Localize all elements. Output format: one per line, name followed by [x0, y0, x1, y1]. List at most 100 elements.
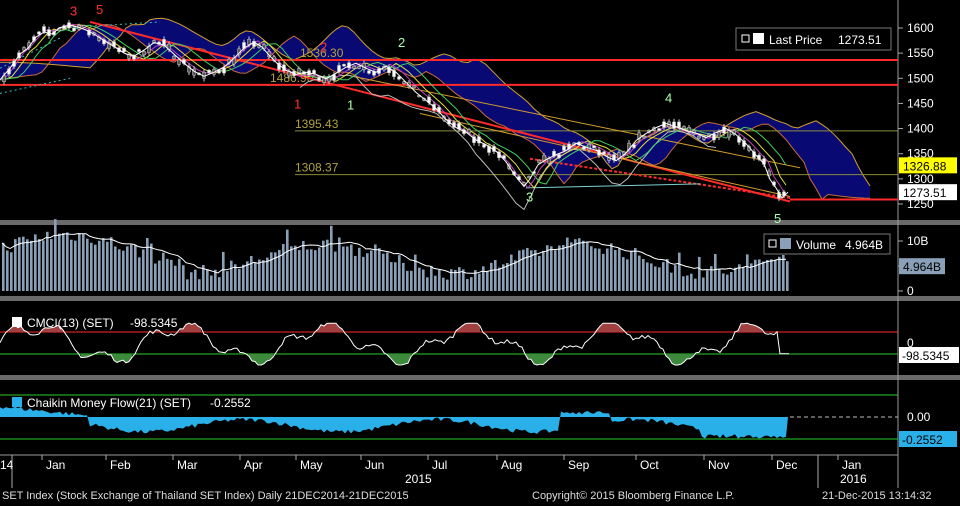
volume-bar: [782, 254, 785, 291]
candle-body: [72, 27, 76, 32]
volume-bar: [22, 236, 25, 291]
fib-level-label: 1395.43: [295, 117, 339, 131]
candle-body: [137, 49, 141, 52]
volume-bar: [166, 258, 169, 291]
cmf-legend-label: Chaikin Money Flow(21) (SET): [27, 396, 191, 410]
volume-bar: [174, 265, 177, 291]
volume-bar: [366, 253, 369, 291]
volume-bar: [310, 249, 313, 291]
panel-separator-price-volume[interactable]: [0, 220, 960, 225]
volume-bar: [98, 240, 101, 291]
price-value-box-label: 1273.51: [903, 186, 947, 200]
volume-bar: [298, 250, 301, 291]
fib-level-label: 1308.37: [295, 161, 339, 175]
price-y-tick-label: 1550: [907, 46, 934, 60]
volume-bar: [238, 268, 241, 291]
legend-swatch-icon: [12, 317, 22, 327]
price-legend[interactable]: Last Price 1273.51: [735, 27, 892, 51]
volume-bar: [110, 237, 113, 291]
panel-separator-cmci-cmf[interactable]: [0, 375, 960, 380]
x-tick-label: Dec: [776, 458, 797, 472]
volume-bar: [34, 234, 37, 291]
price-value-box-label: 1326.88: [903, 159, 947, 173]
volume-bar: [754, 259, 757, 291]
volume-bar: [430, 265, 433, 291]
cmf-legend-value: -0.2552: [210, 396, 251, 410]
volume-bar: [482, 266, 485, 291]
volume-bar: [786, 261, 789, 291]
volume-bar: [350, 244, 353, 291]
volume-bar: [414, 254, 417, 291]
volume-bar: [70, 239, 73, 291]
volume-bar: [154, 263, 157, 291]
volume-bar: [554, 250, 557, 291]
candle-body: [357, 66, 361, 69]
wave-label: 4: [665, 90, 672, 105]
cmci-value-box-label: -98.5345: [902, 349, 950, 363]
volume-bar: [770, 259, 773, 291]
volume-bar: [18, 237, 21, 291]
volume-bar: [150, 243, 153, 291]
volume-bar: [778, 256, 781, 291]
wave-label: 2: [398, 35, 405, 50]
volume-legend[interactable]: Volume 4.964B: [763, 233, 891, 255]
volume-bar: [130, 244, 133, 291]
volume-bar: [78, 233, 81, 291]
volume-bar: [570, 242, 573, 291]
volume-bar: [602, 253, 605, 291]
volume-bar: [26, 239, 29, 291]
volume-legend-label: Volume: [796, 238, 836, 252]
volume-bar: [270, 252, 273, 291]
volume-bar: [126, 246, 129, 291]
volume-bar: [682, 276, 685, 291]
volume-bar: [498, 267, 501, 291]
candle-body: [592, 145, 596, 148]
candle-body: [177, 59, 181, 65]
volume-bar: [434, 275, 437, 291]
volume-bar: [418, 267, 421, 291]
candle-body: [562, 145, 566, 151]
x-tick-label: Jan: [46, 458, 65, 472]
volume-bar: [562, 245, 565, 291]
volume-y-tick-label: 10B: [907, 234, 928, 248]
volume-bar: [526, 247, 529, 291]
volume-bar: [134, 244, 137, 291]
volume-bar: [522, 249, 525, 291]
volume-bar: [302, 241, 305, 291]
volume-bar: [466, 279, 469, 291]
volume-bar: [186, 279, 189, 291]
candle-body: [172, 55, 176, 60]
volume-bar: [342, 246, 345, 291]
volume-bar: [50, 239, 53, 291]
price-y-tick-label: 1600: [907, 21, 934, 35]
cmci-oversold-fill: [81, 354, 693, 365]
cmci-legend[interactable]: CMCI(13) (SET) -98.5345: [12, 316, 178, 330]
volume-bar: [266, 257, 269, 291]
candle-body: [37, 31, 41, 35]
volume-bar: [662, 262, 665, 291]
candle-body: [542, 155, 546, 161]
volume-bar: [194, 269, 197, 291]
volume-bar: [486, 271, 489, 291]
legend-swatch-icon: [12, 397, 22, 407]
footer-copyright: Copyright© 2015 Bloomberg Finance L.P.: [532, 490, 735, 502]
panel-separator-volume-cmci[interactable]: [0, 296, 960, 301]
candle-body: [342, 64, 346, 67]
volume-bar: [542, 250, 545, 291]
cmf-legend[interactable]: Chaikin Money Flow(21) (SET) -0.2552: [12, 396, 251, 410]
volume-bar: [762, 261, 765, 291]
volume-bar: [582, 240, 585, 291]
x-tick-label: Aug: [501, 458, 522, 472]
volume-bar: [742, 267, 745, 291]
price-y-tick-label: 1400: [907, 122, 934, 136]
candle-body: [682, 126, 686, 130]
year-label: 2016: [840, 472, 867, 486]
volume-bar: [326, 239, 329, 291]
volume-bar: [510, 254, 513, 291]
volume-bar: [122, 250, 125, 291]
volume-bar: [138, 257, 141, 291]
volume-bar: [142, 249, 145, 291]
x-tick-label: Nov: [708, 458, 729, 472]
candle-body: [537, 159, 541, 163]
volume-bar: [382, 253, 385, 291]
